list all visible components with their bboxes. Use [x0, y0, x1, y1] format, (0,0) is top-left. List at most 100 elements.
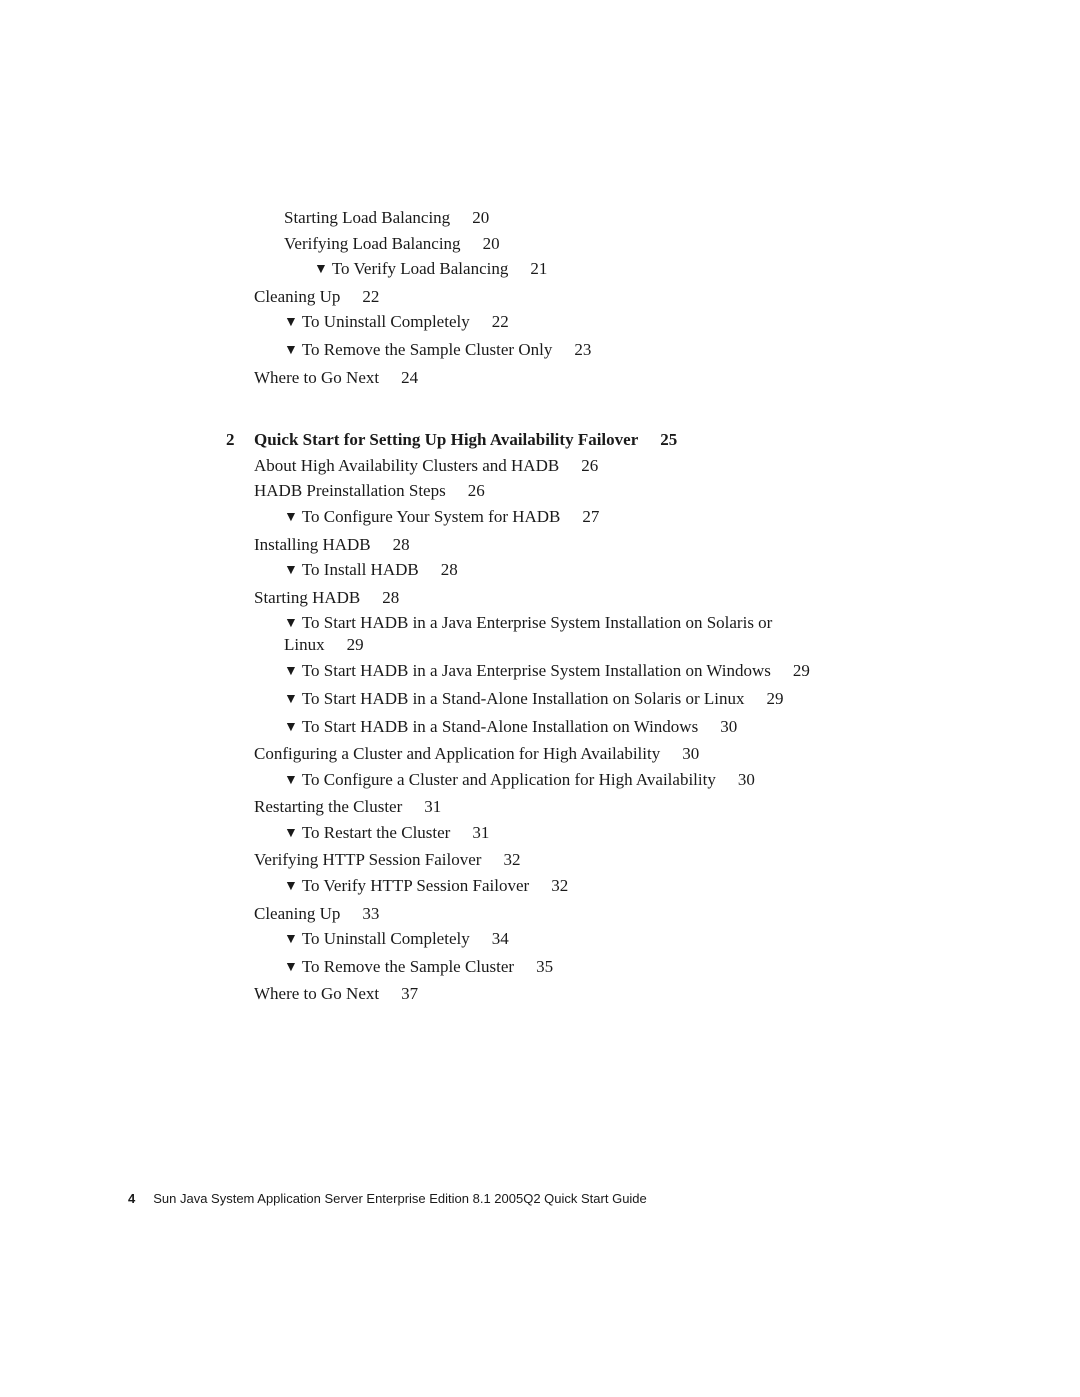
- toc-task-entry[interactable]: ▼ To Start HADB in a Java Enterprise Syst…: [0, 610, 814, 658]
- triangle-down-icon: ▼: [284, 509, 298, 525]
- toc-entry-page: 29: [766, 688, 784, 708]
- toc-task-entry[interactable]: ▼ To Remove the Sample Cluster 35: [0, 954, 1080, 982]
- toc-entry-page: 26: [581, 455, 599, 475]
- toc-entry-title: Verifying Load Balancing: [284, 233, 461, 253]
- toc-task-entry[interactable]: ▼ To Configure a Cluster and Application …: [0, 767, 1080, 795]
- toc-entry-title: To Configure a Cluster and Application f…: [301, 769, 716, 789]
- toc-entry-page: 20: [472, 208, 490, 227]
- toc-entry-title: To Start HADB in a Stand-Alone Installat…: [301, 688, 745, 708]
- toc-entry-title: To Start HADB in a Java Enterprise Syste…: [301, 661, 771, 681]
- toc-task-entry[interactable]: ▼ To Install HADB 28: [0, 557, 1080, 585]
- toc-entry-page: 32: [503, 850, 521, 870]
- toc-entry-page: 27: [582, 506, 600, 526]
- toc-chapter-entries: About High Availability Clusters and HAD…: [0, 453, 1080, 1007]
- toc-section-entry[interactable]: Starting HADB 28: [0, 585, 1080, 611]
- toc-entry-page: 32: [551, 876, 569, 896]
- toc-section-entry[interactable]: Configuring a Cluster and Application fo…: [0, 741, 1080, 767]
- toc-entry-page: 24: [401, 367, 419, 387]
- toc-entry-page: 20: [482, 233, 500, 253]
- toc-entry-page: 22: [491, 312, 509, 332]
- triangle-down-icon: ▼: [284, 772, 298, 788]
- toc-entry-title: To Uninstall Completely: [301, 312, 470, 332]
- triangle-down-icon: ▼: [284, 825, 298, 841]
- toc-section-entry[interactable]: HADB Preinstallation Steps 26: [0, 478, 1080, 504]
- triangle-down-icon: ▼: [284, 616, 298, 632]
- toc-entry-title: To Start HADB in a Stand-Alone Installat…: [301, 716, 699, 736]
- toc-section-entry[interactable]: Installing HADB 28: [0, 532, 1080, 558]
- toc-task-entry[interactable]: ▼ To Remove the Sample Cluster Only 23: [0, 337, 1080, 365]
- toc-entry-title: Verifying HTTP Session Failover: [254, 850, 482, 870]
- triangle-down-icon: ▼: [314, 262, 328, 278]
- toc-entry-title: To Start HADB in a Java Enterprise Syste…: [301, 613, 773, 633]
- triangle-down-icon: ▼: [284, 959, 298, 975]
- toc-entry-title: Restarting the Cluster: [254, 797, 403, 817]
- toc-section-entry[interactable]: Verifying HTTP Session Failover 32: [0, 847, 1080, 873]
- toc-entry-page: 29: [346, 635, 364, 655]
- toc-section-entry[interactable]: About High Availability Clusters and HAD…: [0, 453, 1080, 479]
- toc-pre-entries: Starting Load Balancing 20 Verifying Load …: [0, 205, 1080, 390]
- toc-section-entry[interactable]: Starting Load Balancing 20: [0, 205, 1080, 231]
- toc-entry-title: Configuring a Cluster and Application fo…: [254, 744, 661, 764]
- toc-entry-title: To Remove the Sample Cluster Only: [301, 339, 553, 359]
- toc-entry-page: 31: [472, 822, 490, 842]
- triangle-down-icon: ▼: [284, 879, 298, 895]
- toc-entry-page: 28: [382, 587, 400, 607]
- triangle-down-icon: ▼: [284, 342, 298, 358]
- triangle-down-icon: ▼: [284, 691, 298, 707]
- toc-entry-page: 28: [392, 534, 410, 554]
- toc-entry-page: 30: [682, 744, 700, 764]
- toc-task-entry[interactable]: ▼ To Restart the Cluster 31: [0, 820, 1080, 848]
- toc-entry-title: To Remove the Sample Cluster: [301, 956, 515, 976]
- toc-chapter-heading[interactable]: 2 Quick Start for Setting Up High Availa…: [0, 427, 1080, 453]
- toc-section-entry[interactable]: Where to Go Next 24: [0, 365, 1080, 391]
- toc-task-entry[interactable]: ▼ To Start HADB in a Stand-Alone Installa…: [0, 686, 1080, 714]
- toc-entry-page: 28: [440, 560, 458, 580]
- toc-entry-title: To Configure Your System for HADB: [301, 506, 561, 526]
- toc-entry-page: 22: [362, 286, 380, 306]
- triangle-down-icon: ▼: [284, 719, 298, 735]
- chapter-number: 2: [226, 430, 235, 450]
- toc-entry-title: Where to Go Next: [254, 367, 380, 387]
- toc-section-entry[interactable]: Restarting the Cluster 31: [0, 794, 1080, 820]
- toc-entry-title: To Restart the Cluster: [301, 822, 451, 842]
- table-of-contents: Starting Load Balancing 20 Verifying Load …: [0, 205, 1080, 1007]
- toc-entry-title: Starting Load Balancing: [284, 208, 451, 227]
- toc-section-entry[interactable]: Cleaning Up 22: [0, 284, 1080, 310]
- toc-section-entry[interactable]: Where to Go Next 37: [0, 981, 1080, 1007]
- page-footer: 4 Sun Java System Application Server Ente…: [128, 1191, 647, 1206]
- toc-task-entry[interactable]: ▼ To Configure Your System for HADB 27: [0, 504, 1080, 532]
- toc-entry-page: 30: [720, 716, 738, 736]
- triangle-down-icon: ▼: [284, 563, 298, 579]
- toc-task-entry[interactable]: ▼ To Uninstall Completely 22: [0, 309, 1080, 337]
- toc-task-entry[interactable]: ▼ To Start HADB in a Java Enterprise Syst…: [0, 658, 1080, 686]
- footer-page-number: 4: [128, 1191, 136, 1206]
- toc-task-entry[interactable]: ▼ To Start HADB in a Stand-Alone Installa…: [0, 714, 1080, 742]
- toc-entry-title: Where to Go Next: [254, 984, 380, 1004]
- toc-entry-title: To Verify Load Balancing: [331, 259, 509, 279]
- toc-entry-page: 23: [574, 339, 592, 359]
- footer-book-title: Sun Java System Application Server Enter…: [153, 1191, 647, 1206]
- triangle-down-icon: ▼: [284, 315, 298, 331]
- toc-task-entry[interactable]: ▼ To Verify Load Balancing 21: [0, 256, 1080, 284]
- toc-entry-page: 37: [401, 984, 419, 1004]
- toc-entry-page: 29: [792, 661, 810, 681]
- toc-entry-page: 31: [424, 797, 442, 817]
- toc-entry-title: Installing HADB: [254, 534, 371, 554]
- toc-entry-page: 30: [737, 769, 755, 789]
- toc-section-entry[interactable]: Cleaning Up 33: [0, 901, 1080, 927]
- toc-entry-title-continuation: Linux: [284, 635, 325, 655]
- toc-entry-title: Cleaning Up: [254, 286, 341, 306]
- chapter-title: Quick Start for Setting Up High Availabi…: [254, 430, 639, 450]
- triangle-down-icon: ▼: [284, 664, 298, 680]
- toc-entry-title: Starting HADB: [254, 587, 361, 607]
- toc-entry-title: To Uninstall Completely: [301, 929, 470, 949]
- toc-task-entry[interactable]: ▼ To Uninstall Completely 34: [0, 926, 1080, 954]
- toc-entry-title: HADB Preinstallation Steps: [254, 481, 446, 501]
- toc-entry-title: To Install HADB: [301, 560, 419, 580]
- toc-entry-title: About High Availability Clusters and HAD…: [254, 455, 560, 475]
- toc-task-entry[interactable]: ▼ To Verify HTTP Session Failover 32: [0, 873, 1080, 901]
- chapter-page: 25: [660, 430, 678, 450]
- toc-entry-title: To Verify HTTP Session Failover: [301, 876, 530, 896]
- toc-entry-page: 35: [536, 956, 554, 976]
- toc-section-entry[interactable]: Verifying Load Balancing 20: [0, 231, 1080, 257]
